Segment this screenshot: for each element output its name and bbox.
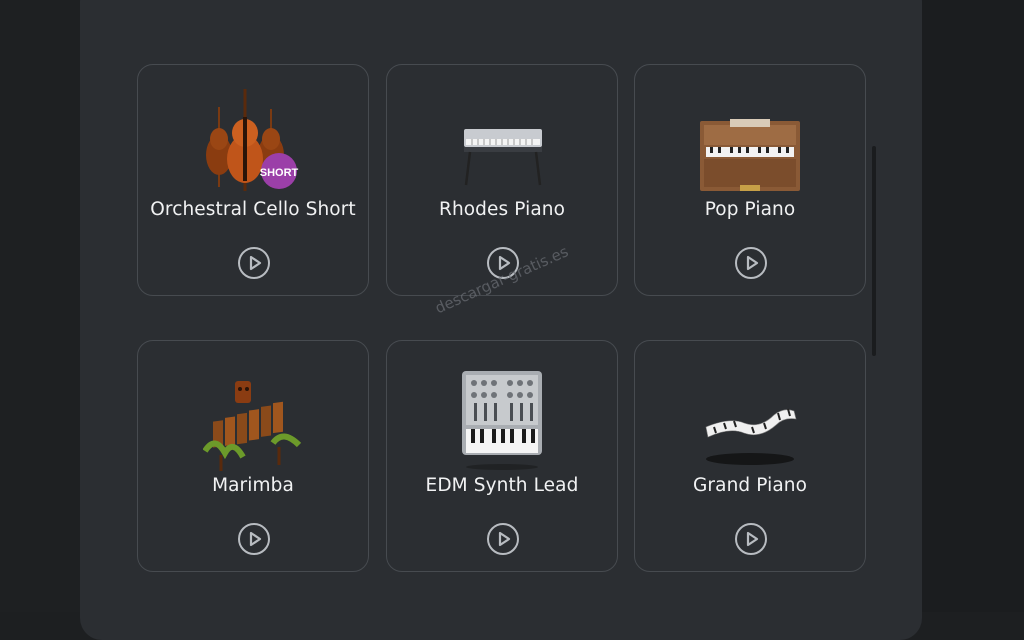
instrument-card-marimba[interactable]: Marimba — [137, 340, 369, 572]
upright-piano-icon — [635, 77, 865, 197]
right-backdrop — [922, 0, 1024, 612]
instrument-card-edm-synth[interactable]: EDM Synth Lead — [386, 340, 618, 572]
instrument-label: Marimba — [212, 475, 294, 496]
electric-piano-icon — [387, 77, 617, 197]
synthesizer-icon — [387, 353, 617, 473]
scrollbar[interactable] — [872, 146, 876, 356]
play-icon[interactable] — [735, 523, 767, 555]
instrument-label: EDM Synth Lead — [425, 475, 579, 496]
play-icon[interactable] — [238, 523, 270, 555]
instrument-card-rhodes[interactable]: Rhodes Piano — [386, 64, 618, 296]
instrument-label: Grand Piano — [693, 475, 807, 496]
instrument-card-cello[interactable]: SHORT Orchestral Cello Short — [137, 64, 369, 296]
instrument-label: Pop Piano — [704, 199, 796, 220]
left-backdrop — [0, 0, 80, 612]
play-icon[interactable] — [487, 523, 519, 555]
marimba-icon — [138, 353, 368, 473]
play-icon[interactable] — [238, 247, 270, 279]
instrument-card-pop-piano[interactable]: Pop Piano — [634, 64, 866, 296]
instrument-card-grand-piano[interactable]: Grand Piano — [634, 340, 866, 572]
flying-keyboard-icon — [635, 353, 865, 473]
instrument-label: Rhodes Piano — [438, 199, 565, 220]
cello-icon: SHORT — [138, 77, 368, 197]
play-icon[interactable] — [735, 247, 767, 279]
instrument-label: Orchestral Cello Short — [150, 199, 356, 220]
svg-text:SHORT: SHORT — [260, 167, 299, 179]
